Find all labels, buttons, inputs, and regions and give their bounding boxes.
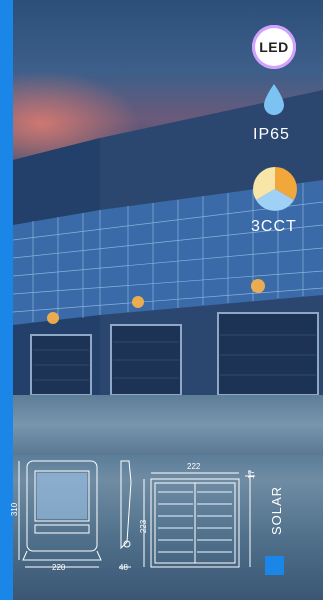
wet-floor — [13, 395, 323, 455]
ip-rating-label: IP65 — [253, 126, 290, 143]
front-height-dimension: 310 — [10, 502, 20, 517]
cct-label: 3CCT — [251, 218, 297, 235]
panel-thickness-dimension: 17 — [246, 470, 256, 479]
color-temperature-icon — [253, 167, 297, 211]
product-banner: LED IP65 3CCT 310 220 48 222 223 17 SOLA… — [0, 0, 323, 600]
panel-width-dimension: 222 — [187, 462, 201, 471]
led-badge: LED — [252, 25, 296, 69]
panel-height-dimension: 223 — [139, 519, 149, 534]
side-depth-dimension: 48 — [119, 563, 128, 572]
solar-color-swatch — [265, 556, 284, 575]
water-drop-icon — [264, 84, 284, 115]
led-label: LED — [259, 39, 289, 55]
front-width-dimension: 220 — [52, 563, 66, 572]
solar-label: SOLAR — [269, 485, 284, 535]
